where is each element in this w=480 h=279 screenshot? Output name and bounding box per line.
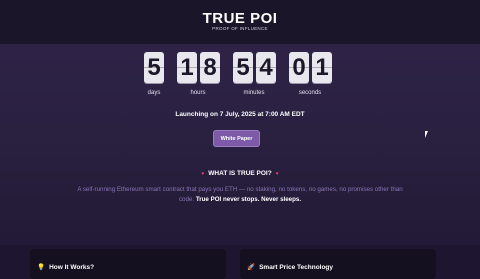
countdown-timer: 5 1 8 5 4 0 1 — [0, 52, 480, 86]
countdown-digit-minutes-1: 5 — [233, 52, 253, 83]
logo-title[interactable]: TRUE POI — [0, 10, 480, 27]
site-header: TRUE POI PROOF OF INFLUENCE — [0, 0, 480, 45]
launch-date-text: Launching on 7 July, 2025 at 7:00 AM EDT — [175, 111, 305, 118]
countdown-label-days: days — [147, 90, 161, 96]
what-is-heading: ♥ WHAT IS TRUE POI? ♥ — [0, 170, 480, 177]
smart-price-card[interactable]: 🚀 Smart Price Technology — [240, 249, 436, 279]
countdown-label-seconds: seconds — [298, 90, 322, 96]
white-paper-button[interactable]: White Paper — [213, 130, 260, 147]
countdown-label-hours: hours — [190, 90, 206, 96]
mouse-cursor-icon — [425, 131, 428, 138]
what-is-description: A self-running Ethereum smart contract t… — [70, 185, 410, 205]
what-is-heading-text: WHAT IS TRUE POI? — [208, 170, 272, 177]
heart-icon: ♥ — [201, 171, 205, 177]
logo-subtitle: PROOF OF INFLUENCE — [212, 26, 268, 31]
countdown-digit-seconds-2: 1 — [312, 52, 332, 83]
countdown-label-minutes: minutes — [243, 90, 265, 96]
countdown-digit-minutes-2: 4 — [256, 52, 276, 83]
countdown-digit-seconds-1: 0 — [289, 52, 309, 83]
how-it-works-card[interactable]: 💡 How It Works? — [30, 249, 226, 279]
heart-icon: ♥ — [275, 171, 279, 177]
countdown-digit-days: 5 — [144, 52, 164, 83]
countdown-digit-hours-2: 8 — [200, 52, 220, 83]
description-emphasis: True POI never stops. Never sleeps. — [195, 196, 302, 203]
countdown-digit-hours-1: 1 — [177, 52, 197, 83]
